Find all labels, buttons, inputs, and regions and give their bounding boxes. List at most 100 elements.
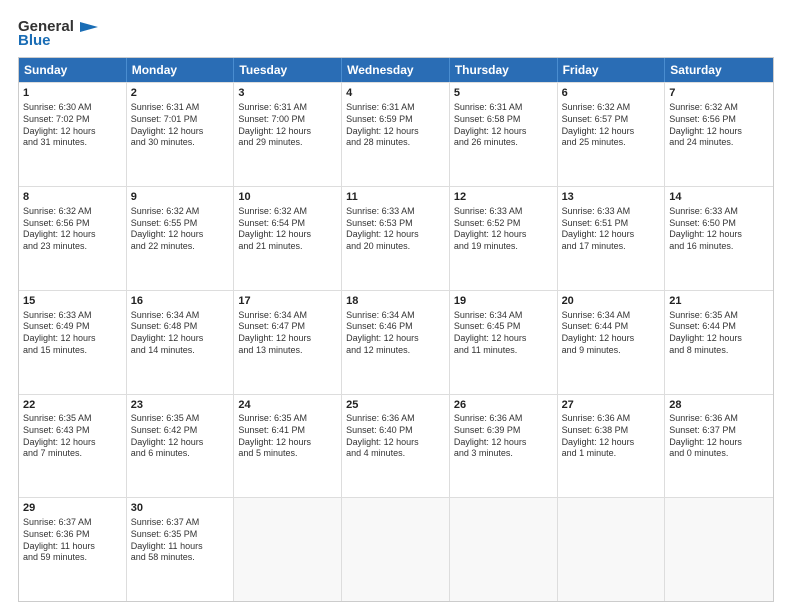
table-row: 14Sunrise: 6:33 AMSunset: 6:50 PMDayligh… [665,187,773,290]
day-detail: Sunset: 6:43 PM [23,425,122,437]
table-row: 8Sunrise: 6:32 AMSunset: 6:56 PMDaylight… [19,187,127,290]
table-row: 26Sunrise: 6:36 AMSunset: 6:39 PMDayligh… [450,395,558,498]
day-number: 26 [454,398,553,413]
day-detail: Sunset: 6:53 PM [346,218,445,230]
day-detail: Sunrise: 6:32 AM [131,206,230,218]
day-detail: and 8 minutes. [669,345,769,357]
header-wednesday: Wednesday [342,58,450,82]
day-number: 21 [669,294,769,309]
day-detail: Sunset: 6:57 PM [562,114,661,126]
day-number: 6 [562,86,661,101]
day-detail: Daylight: 12 hours [669,333,769,345]
day-detail: and 3 minutes. [454,448,553,460]
day-detail: Sunset: 6:47 PM [238,321,337,333]
day-detail: Sunset: 6:54 PM [238,218,337,230]
header-thursday: Thursday [450,58,558,82]
table-row: 19Sunrise: 6:34 AMSunset: 6:45 PMDayligh… [450,291,558,394]
day-detail: Sunset: 6:38 PM [562,425,661,437]
table-row: 16Sunrise: 6:34 AMSunset: 6:48 PMDayligh… [127,291,235,394]
day-detail: Daylight: 12 hours [562,126,661,138]
day-detail: Sunset: 6:37 PM [669,425,769,437]
day-detail: Sunrise: 6:36 AM [454,413,553,425]
day-detail: Daylight: 12 hours [23,333,122,345]
day-number: 27 [562,398,661,413]
table-row: 29Sunrise: 6:37 AMSunset: 6:36 PMDayligh… [19,498,127,601]
day-detail: Sunrise: 6:33 AM [669,206,769,218]
day-detail: and 1 minute. [562,448,661,460]
day-number: 7 [669,86,769,101]
day-detail: and 17 minutes. [562,241,661,253]
table-row: 24Sunrise: 6:35 AMSunset: 6:41 PMDayligh… [234,395,342,498]
day-detail: Sunrise: 6:36 AM [669,413,769,425]
day-detail: Sunset: 6:40 PM [346,425,445,437]
day-number: 4 [346,86,445,101]
day-detail: Daylight: 12 hours [238,229,337,241]
day-detail: Sunset: 7:00 PM [238,114,337,126]
day-number: 3 [238,86,337,101]
day-detail: Sunset: 6:42 PM [131,425,230,437]
day-detail: Sunrise: 6:32 AM [238,206,337,218]
table-row: 1Sunrise: 6:30 AMSunset: 7:02 PMDaylight… [19,83,127,186]
day-detail: Sunset: 6:50 PM [669,218,769,230]
table-row: 3Sunrise: 6:31 AMSunset: 7:00 PMDaylight… [234,83,342,186]
day-detail: Sunset: 6:58 PM [454,114,553,126]
header-monday: Monday [127,58,235,82]
calendar-row-5: 29Sunrise: 6:37 AMSunset: 6:36 PMDayligh… [19,497,773,601]
table-row: 2Sunrise: 6:31 AMSunset: 7:01 PMDaylight… [127,83,235,186]
day-number: 9 [131,190,230,205]
table-row [234,498,342,601]
page-header: General Blue [18,18,774,49]
table-row [665,498,773,601]
day-number: 12 [454,190,553,205]
day-detail: Daylight: 12 hours [131,437,230,449]
day-detail: Daylight: 12 hours [669,126,769,138]
day-detail: Sunset: 6:36 PM [23,529,122,541]
day-detail: and 12 minutes. [346,345,445,357]
day-detail: Sunset: 6:45 PM [454,321,553,333]
day-detail: Sunset: 6:48 PM [131,321,230,333]
day-detail: Sunset: 6:41 PM [238,425,337,437]
day-number: 11 [346,190,445,205]
day-detail: Daylight: 12 hours [669,437,769,449]
day-detail: Sunrise: 6:36 AM [562,413,661,425]
day-detail: Sunrise: 6:33 AM [562,206,661,218]
day-detail: and 9 minutes. [562,345,661,357]
header-friday: Friday [558,58,666,82]
table-row: 15Sunrise: 6:33 AMSunset: 6:49 PMDayligh… [19,291,127,394]
day-detail: and 19 minutes. [454,241,553,253]
day-number: 14 [669,190,769,205]
day-detail: and 20 minutes. [346,241,445,253]
table-row: 20Sunrise: 6:34 AMSunset: 6:44 PMDayligh… [558,291,666,394]
day-number: 19 [454,294,553,309]
calendar: Sunday Monday Tuesday Wednesday Thursday… [18,57,774,602]
day-detail: and 4 minutes. [346,448,445,460]
day-detail: Sunset: 6:52 PM [454,218,553,230]
day-detail: Sunset: 6:51 PM [562,218,661,230]
day-detail: and 23 minutes. [23,241,122,253]
table-row: 4Sunrise: 6:31 AMSunset: 6:59 PMDaylight… [342,83,450,186]
day-detail: Daylight: 12 hours [238,333,337,345]
day-detail: Sunset: 6:46 PM [346,321,445,333]
day-detail: Sunrise: 6:36 AM [346,413,445,425]
day-number: 22 [23,398,122,413]
day-detail: Daylight: 11 hours [23,541,122,553]
table-row: 27Sunrise: 6:36 AMSunset: 6:38 PMDayligh… [558,395,666,498]
day-number: 16 [131,294,230,309]
day-number: 29 [23,501,122,516]
day-detail: Sunrise: 6:35 AM [131,413,230,425]
day-detail: Daylight: 12 hours [238,437,337,449]
day-detail: and 15 minutes. [23,345,122,357]
day-detail: Daylight: 12 hours [238,126,337,138]
day-number: 13 [562,190,661,205]
day-detail: Sunrise: 6:37 AM [23,517,122,529]
day-detail: Sunset: 6:59 PM [346,114,445,126]
day-number: 17 [238,294,337,309]
day-detail: and 13 minutes. [238,345,337,357]
calendar-header: Sunday Monday Tuesday Wednesday Thursday… [19,58,773,82]
day-detail: Daylight: 12 hours [346,333,445,345]
day-detail: Sunset: 6:55 PM [131,218,230,230]
day-detail: Sunrise: 6:31 AM [131,102,230,114]
header-sunday: Sunday [19,58,127,82]
day-detail: Sunrise: 6:34 AM [238,310,337,322]
table-row [450,498,558,601]
